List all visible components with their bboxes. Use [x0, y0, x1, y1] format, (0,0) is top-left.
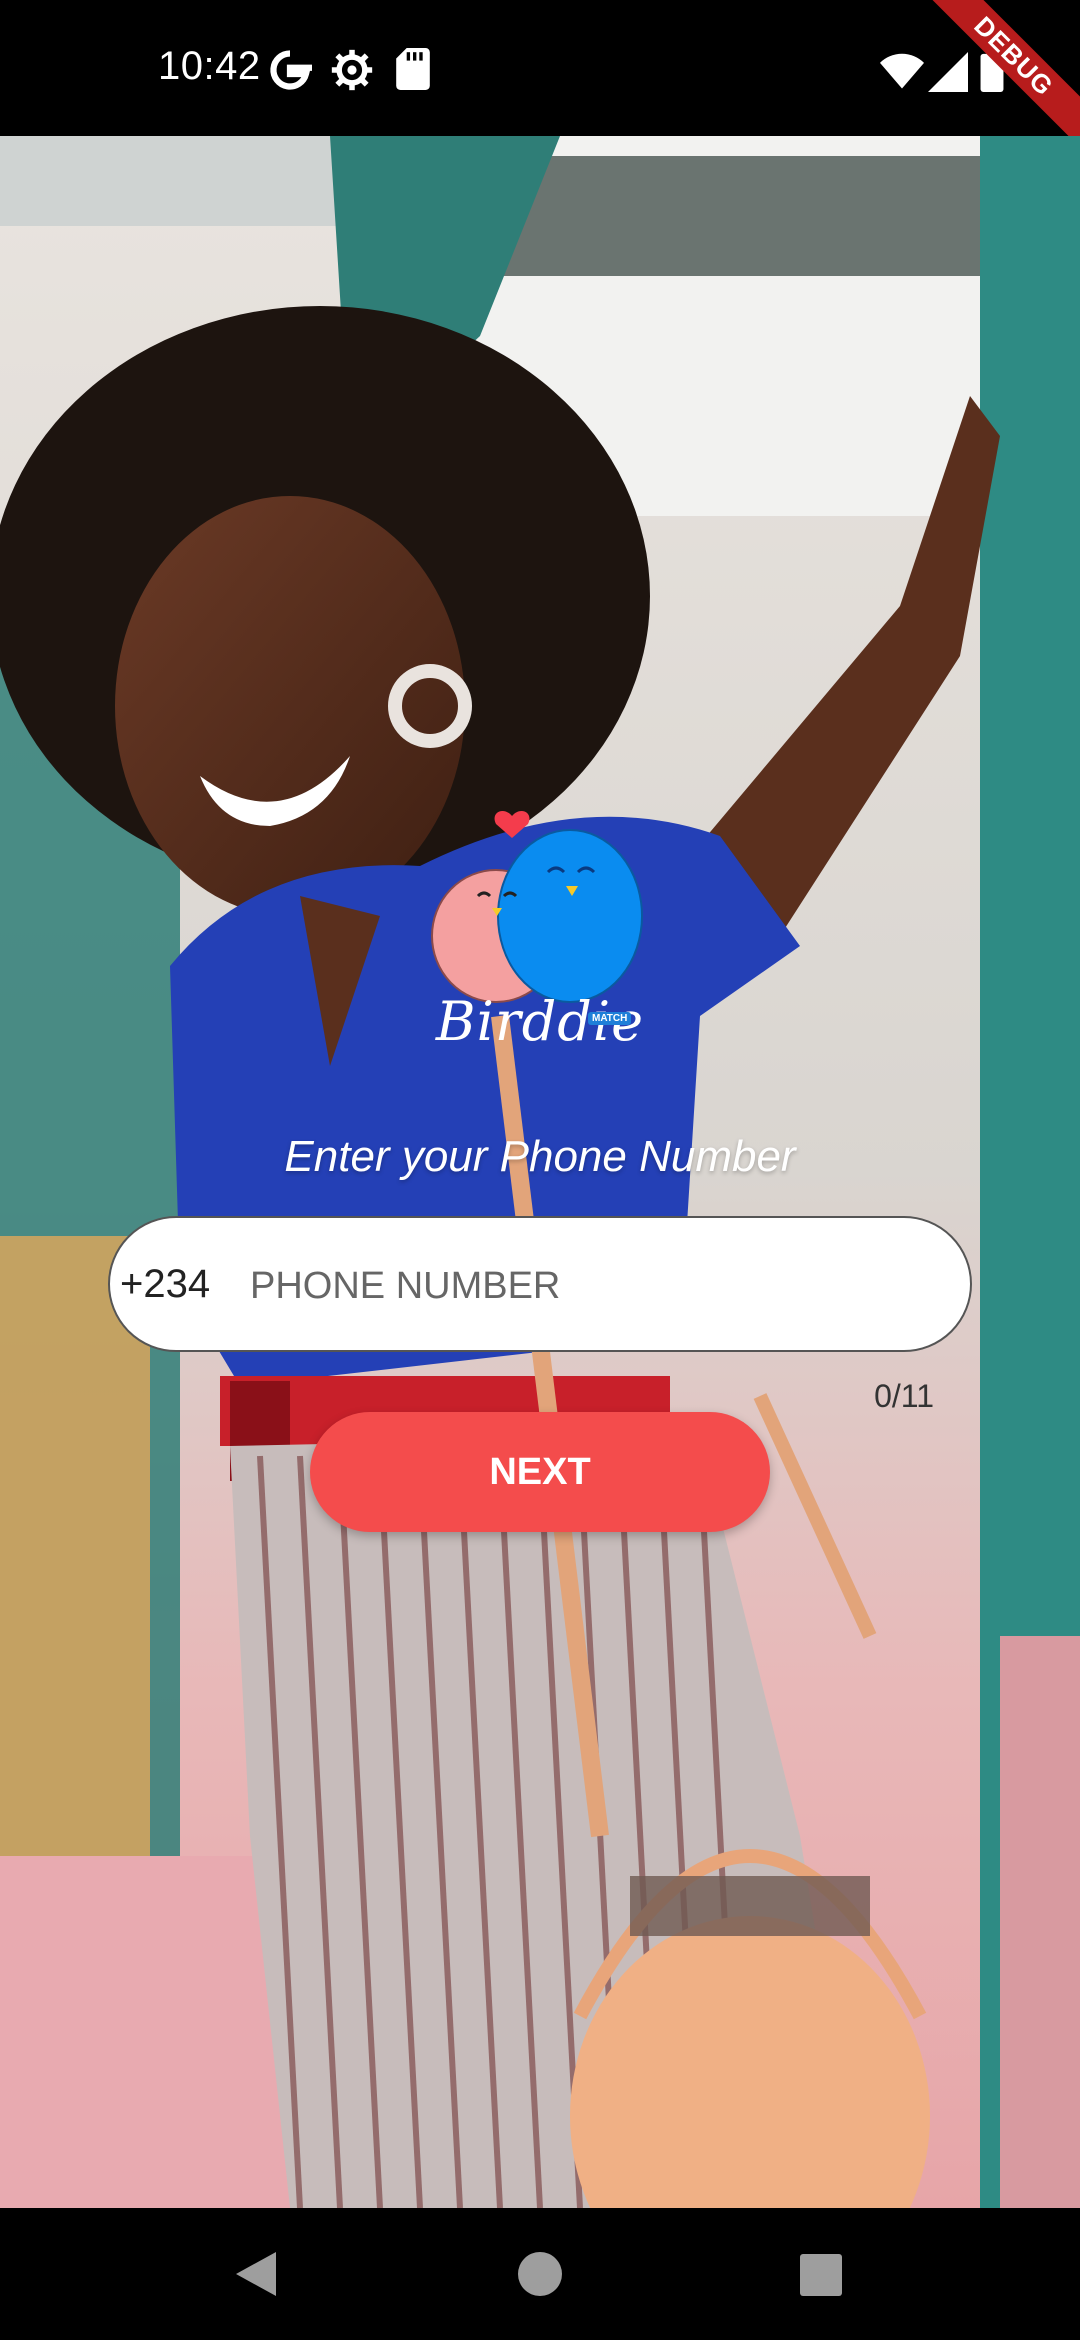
recents-icon[interactable] [800, 2254, 842, 2296]
birds-logo-icon [431, 810, 643, 1003]
phone-field[interactable]: +234 [108, 1216, 972, 1352]
phone-prompt: Enter your Phone Number [284, 1132, 796, 1181]
phone-number-input[interactable] [240, 1246, 920, 1326]
back-icon[interactable] [236, 2252, 276, 2296]
gear-icon [331, 49, 373, 91]
next-button[interactable]: NEXT [310, 1412, 770, 1532]
app-logo: Birddie MATCH [420, 806, 660, 1066]
status-time: 10:42 [158, 44, 261, 88]
navigation-bar [0, 2208, 1080, 2340]
wifi-icon [880, 53, 924, 89]
home-icon[interactable] [518, 2252, 562, 2296]
country-code[interactable]: +234 [120, 1262, 210, 1307]
character-counter: 0/11 [874, 1378, 934, 1414]
sd-card-icon [396, 48, 430, 90]
signal-icon [928, 52, 968, 92]
google-icon [270, 50, 312, 90]
status-bar: 10:42 DEBUG [0, 0, 1080, 154]
logo-badge: MATCH [588, 1012, 632, 1025]
